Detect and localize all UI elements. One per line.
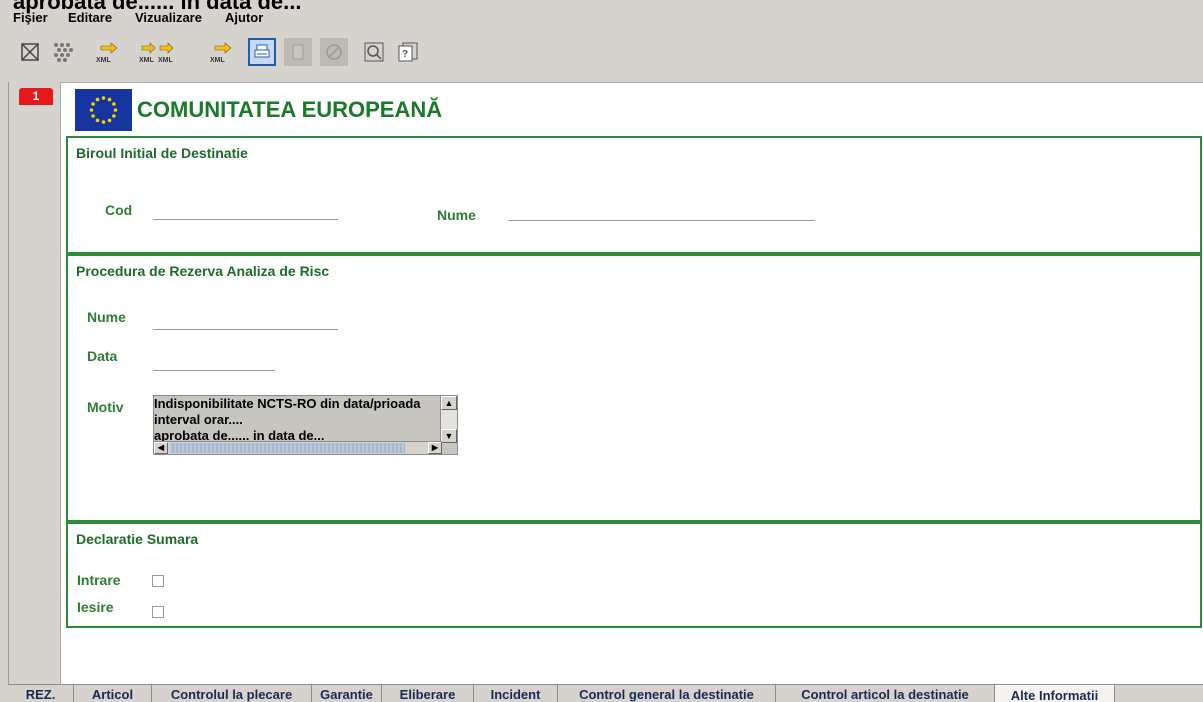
- motiv-label: Motiv: [87, 399, 124, 415]
- section-birou-body: [66, 164, 1202, 254]
- scroll-up-icon[interactable]: ▲: [441, 396, 457, 410]
- overlay-title: aprobata de...... in data de...: [13, 0, 302, 14]
- motiv-line: interval orar....: [154, 412, 243, 427]
- procedura-data-field[interactable]: [153, 370, 275, 371]
- blank-document-icon[interactable]: [284, 38, 312, 66]
- motiv-textarea[interactable]: Indisponibilitate NCTS-RO din data/prioa…: [153, 395, 458, 455]
- section-birou-title: Biroul Initial de Destinatie: [76, 145, 248, 161]
- motiv-vertical-scrollbar[interactable]: ▲ ▼: [440, 396, 457, 443]
- cod-field[interactable]: [153, 219, 338, 220]
- procedura-nume-label: Nume: [87, 309, 126, 325]
- section-procedura-header: Procedura de Rezerva Analiza de Risc: [66, 254, 1202, 284]
- export-xml-icon-2[interactable]: XML: [208, 38, 236, 66]
- page-title: COMUNITATEA EUROPEANĂ: [137, 97, 443, 122]
- scroll-down-icon[interactable]: ▼: [441, 429, 457, 443]
- nume-field[interactable]: [508, 220, 815, 221]
- nume-label: Nume: [437, 207, 476, 223]
- section-declaratie-header: Declaratie Sumara: [66, 522, 1202, 552]
- motiv-horizontal-scrollbar[interactable]: ◀ ▶: [154, 441, 442, 454]
- tab-garantie[interactable]: Garantie: [312, 685, 382, 702]
- procedura-nume-field[interactable]: [153, 329, 338, 330]
- tab-articol[interactable]: Articol: [74, 685, 152, 702]
- svg-text:?: ?: [402, 49, 408, 60]
- section-procedura-title: Procedura de Rezerva Analiza de Risc: [76, 263, 330, 279]
- section-declaratie-title: Declaratie Sumara: [76, 531, 199, 547]
- xml-label: XML: [210, 57, 226, 64]
- close-document-icon[interactable]: [16, 38, 44, 66]
- cod-label: Cod: [105, 202, 133, 218]
- iesire-checkbox[interactable]: [152, 606, 164, 618]
- tab-incident[interactable]: Incident: [474, 685, 558, 702]
- intrare-label: Intrare: [77, 572, 121, 588]
- search-icon[interactable]: [360, 38, 388, 66]
- scroll-right-icon[interactable]: ▶: [428, 442, 442, 454]
- tab-control-general-la-destinatie[interactable]: Control general la destinatie: [558, 685, 776, 702]
- xml-label: XML: [158, 57, 174, 64]
- scroll-left-icon[interactable]: ◀: [154, 442, 168, 454]
- scroll-thumb[interactable]: [170, 443, 405, 453]
- section-declaratie-body: [66, 550, 1202, 628]
- tab-alte-informatii[interactable]: Alte Informatii: [995, 685, 1115, 702]
- export-xml-icon[interactable]: XML: [94, 38, 122, 66]
- grid-icon[interactable]: [50, 38, 78, 66]
- motiv-line: Indisponibilitate NCTS-RO din data/prioa…: [154, 396, 421, 411]
- tab-rez[interactable]: REZ.: [8, 685, 74, 702]
- tab-eliberare[interactable]: Eliberare: [382, 685, 474, 702]
- left-gutter: [8, 82, 60, 684]
- tab-control-articol-la-destinatie[interactable]: Control articol la destinatie: [776, 685, 995, 702]
- xml-label: XML: [96, 57, 112, 64]
- cancel-icon[interactable]: [320, 38, 348, 66]
- xml-label: XML: [139, 57, 155, 64]
- procedura-data-label: Data: [87, 348, 118, 364]
- tab-bar: REZ. Articol Controlul la plecare Garant…: [8, 684, 1203, 702]
- page-tag[interactable]: 1: [19, 88, 53, 105]
- tab-controlul-la-plecare[interactable]: Controlul la plecare: [152, 685, 312, 702]
- help-icon[interactable]: ?: [394, 38, 422, 66]
- export-xml-double-icon[interactable]: XML XML: [138, 38, 178, 66]
- section-birou-header: Biroul Initial de Destinatie: [66, 136, 1202, 166]
- intrare-checkbox[interactable]: [152, 575, 164, 587]
- print-icon[interactable]: [248, 38, 276, 66]
- iesire-label: Iesire: [77, 599, 114, 615]
- eu-flag-icon: [75, 89, 132, 131]
